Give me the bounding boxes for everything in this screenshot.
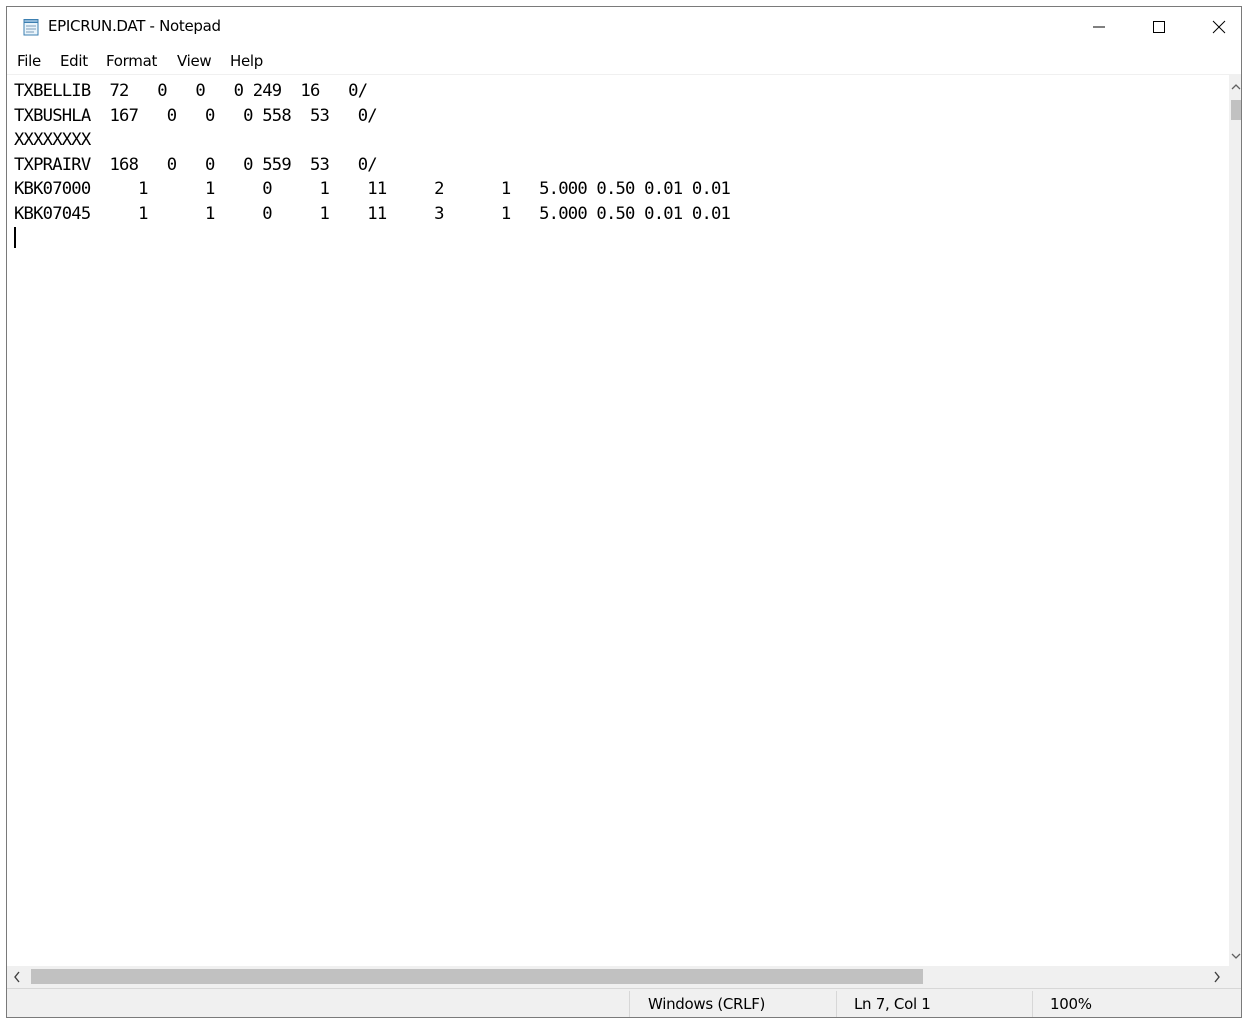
minimize-button[interactable] [1069,7,1129,47]
menu-format[interactable]: Format [106,52,157,70]
menu-edit[interactable]: Edit [60,52,88,70]
scrollbar-corner [1229,966,1241,988]
chevron-left-icon[interactable] [13,971,21,985]
status-bar: Windows (CRLF) Ln 7, Col 1 100% [7,988,1241,1017]
file-content[interactable]: TXBELLIB 72 0 0 0 249 16 0/ TXBUSHLA 167… [14,79,731,226]
status-zoom: 100% [1050,995,1092,1013]
vertical-scrollbar[interactable] [1229,74,1241,966]
minimize-icon [1092,20,1106,34]
menu-view[interactable]: View [177,52,212,70]
menu-help[interactable]: Help [230,52,263,70]
menu-file[interactable]: File [17,52,41,70]
chevron-up-icon[interactable] [1231,81,1241,93]
maximize-icon [1152,20,1166,34]
horizontal-scroll-thumb[interactable] [31,969,923,984]
window-title: EPICRUN.DAT - Notepad [48,17,221,35]
vertical-scroll-thumb[interactable] [1231,100,1241,120]
horizontal-scrollbar[interactable] [7,966,1229,988]
maximize-button[interactable] [1129,7,1189,47]
title-bar[interactable]: EPICRUN.DAT - Notepad [7,7,1241,47]
chevron-right-icon[interactable] [1213,971,1221,985]
status-line-ending: Windows (CRLF) [648,995,766,1013]
close-button[interactable] [1189,7,1241,47]
chevron-down-icon[interactable] [1231,950,1241,962]
menu-bar: File Edit Format View Help [7,50,1241,74]
notepad-window: EPICRUN.DAT - Notepad File Edit Format V… [6,6,1242,1018]
status-divider [629,991,630,1017]
close-icon [1212,20,1226,34]
status-divider [1032,991,1033,1017]
status-cursor-position: Ln 7, Col 1 [854,995,931,1013]
notepad-icon [22,18,40,36]
status-divider [836,991,837,1017]
text-caret [14,227,16,248]
text-editor[interactable]: TXBELLIB 72 0 0 0 249 16 0/ TXBUSHLA 167… [7,74,1229,967]
